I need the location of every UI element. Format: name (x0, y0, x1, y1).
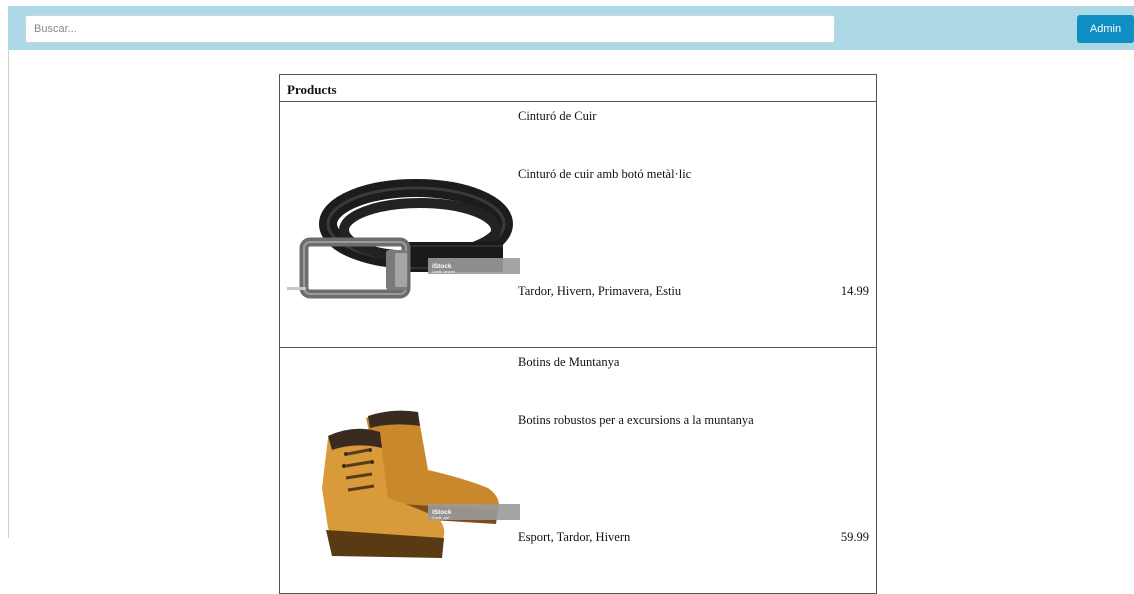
image-credit: Credit: ajaf (432, 516, 449, 520)
image-watermark: iStock (432, 263, 452, 270)
image-caption-placeholder (287, 287, 306, 290)
product-name: Botins de Muntanya (518, 355, 620, 369)
product-image-belt[interactable]: iStock Credit: kievhen (288, 132, 520, 318)
products-header: Products (280, 75, 876, 102)
product-description: Cinturó de cuir amb botó metàl·lic (518, 167, 692, 181)
product-row[interactable]: iStock Credit: ajaf Botins de Muntanya B… (280, 348, 876, 594)
product-row[interactable]: iStock Credit: kievhen Cinturó de Cuir C… (280, 102, 876, 348)
product-description: Botins robustos per a excursions a la mu… (518, 413, 754, 427)
image-credit: Credit: kievhen (432, 270, 455, 274)
products-table: Products iStock Credit: kievhen Cinturó … (279, 74, 877, 594)
product-seasons: Tardor, Hivern, Primavera, Estiu (518, 284, 682, 298)
image-watermark: iStock (432, 509, 452, 516)
product-price: 14.99 (840, 284, 869, 298)
product-name: Cinturó de Cuir (518, 109, 597, 123)
search-input[interactable] (25, 15, 835, 43)
admin-button[interactable]: Admin (1077, 15, 1134, 43)
page-left-border (8, 50, 9, 538)
product-image-boots[interactable]: iStock Credit: ajaf (288, 378, 520, 564)
